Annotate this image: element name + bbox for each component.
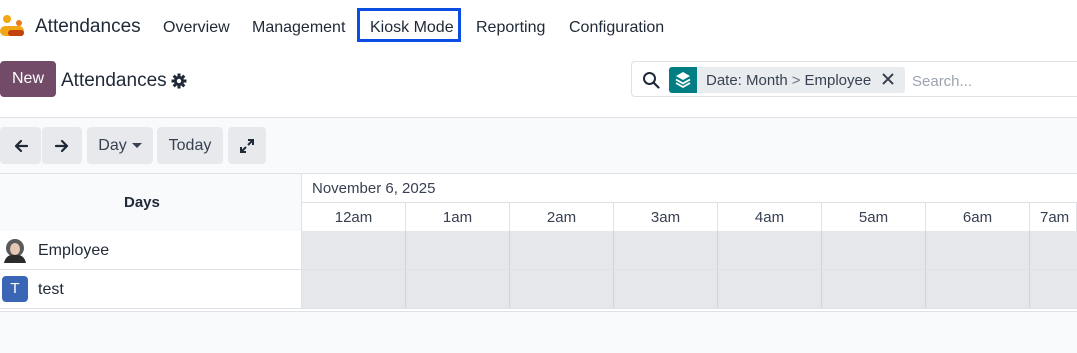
expand-button[interactable] bbox=[228, 127, 266, 164]
next-button[interactable] bbox=[42, 127, 82, 164]
nav-overview[interactable]: Overview bbox=[163, 19, 230, 37]
row-label-test[interactable]: T test bbox=[0, 270, 302, 308]
search-facet[interactable]: Date: Month > Employee bbox=[669, 67, 905, 93]
hour-header: 5am bbox=[822, 203, 926, 232]
gantt-cell[interactable] bbox=[926, 270, 1030, 308]
row-label-employee[interactable]: Employee bbox=[0, 231, 302, 269]
gear-icon[interactable] bbox=[171, 73, 187, 89]
gantt-cell[interactable] bbox=[406, 270, 510, 308]
gantt-cell[interactable] bbox=[822, 270, 926, 308]
layers-icon bbox=[669, 67, 697, 93]
gantt-row: T test bbox=[0, 270, 1077, 309]
gantt-cell[interactable] bbox=[614, 270, 718, 308]
facet-value-date: Date: Month bbox=[706, 72, 788, 89]
expand-icon bbox=[240, 138, 254, 153]
row-cells[interactable] bbox=[302, 270, 1077, 308]
gantt-cell[interactable] bbox=[302, 270, 406, 308]
hours-header: 12am 1am 2am 3am 4am 5am 6am 7am bbox=[302, 202, 1077, 233]
top-navbar: Attendances Overview Management Kiosk Mo… bbox=[0, 0, 1077, 56]
row-cells[interactable] bbox=[302, 231, 1077, 269]
gantt-cell[interactable] bbox=[406, 231, 510, 269]
facet-separator: > bbox=[791, 72, 801, 89]
hour-header: 2am bbox=[510, 203, 614, 232]
close-icon[interactable] bbox=[881, 72, 895, 86]
gantt-cell[interactable] bbox=[510, 231, 614, 269]
gantt-cell[interactable] bbox=[302, 231, 406, 269]
attendances-app-icon[interactable] bbox=[0, 14, 24, 38]
hour-header: 1am bbox=[406, 203, 510, 232]
avatar: T bbox=[2, 276, 28, 302]
control-panel: New Attendances Date: Month > Employee S… bbox=[0, 56, 1077, 118]
new-button[interactable]: New bbox=[0, 61, 56, 97]
gantt-toolbar: Day Today bbox=[0, 118, 1077, 173]
hour-header: 12am bbox=[302, 203, 406, 232]
hour-header: 3am bbox=[614, 203, 718, 232]
hour-header: 4am bbox=[718, 203, 822, 232]
avatar bbox=[2, 237, 28, 263]
row-name: Employee bbox=[38, 242, 110, 259]
row-name: test bbox=[38, 281, 64, 298]
page-title: Attendances bbox=[61, 70, 167, 91]
gantt-row: Employee bbox=[0, 231, 1077, 270]
hour-header: 7am bbox=[1030, 203, 1077, 232]
gantt-cell[interactable] bbox=[718, 231, 822, 269]
nav-management[interactable]: Management bbox=[252, 19, 345, 37]
hour-header: 6am bbox=[926, 203, 1030, 232]
rows-header-label: Days bbox=[124, 194, 160, 211]
gantt-cell[interactable] bbox=[614, 231, 718, 269]
scale-label: Day bbox=[98, 137, 127, 154]
nav-kiosk-mode-label: Kiosk Mode bbox=[370, 19, 454, 36]
chevron-down-icon bbox=[131, 143, 142, 149]
arrow-right-icon bbox=[54, 139, 69, 152]
date-range-label: November 6, 2025 bbox=[312, 180, 436, 197]
nav-reporting[interactable]: Reporting bbox=[476, 19, 545, 37]
rows-header: Days bbox=[0, 174, 302, 232]
scale-dropdown[interactable]: Day bbox=[87, 127, 153, 164]
search-bar[interactable]: Date: Month > Employee bbox=[631, 61, 1077, 97]
gantt-cell[interactable] bbox=[718, 270, 822, 308]
search-input[interactable] bbox=[910, 69, 1077, 93]
gantt-cell[interactable] bbox=[926, 231, 1030, 269]
today-button[interactable]: Today bbox=[157, 127, 223, 164]
facet-value-employee: Employee bbox=[804, 72, 872, 89]
search-icon[interactable] bbox=[642, 71, 660, 89]
nav-configuration[interactable]: Configuration bbox=[569, 19, 664, 37]
app-name[interactable]: Attendances bbox=[35, 16, 141, 38]
arrow-left-icon bbox=[14, 139, 28, 152]
previous-button[interactable] bbox=[0, 127, 41, 164]
gantt-cell[interactable] bbox=[822, 231, 926, 269]
facet-text: Date: Month > Employee bbox=[706, 72, 871, 89]
nav-kiosk-mode[interactable]: Kiosk Mode bbox=[357, 8, 461, 42]
gantt-view: Days November 6, 2025 12am 1am 2am 3am 4… bbox=[0, 173, 1077, 312]
gantt-cell[interactable] bbox=[510, 270, 614, 308]
